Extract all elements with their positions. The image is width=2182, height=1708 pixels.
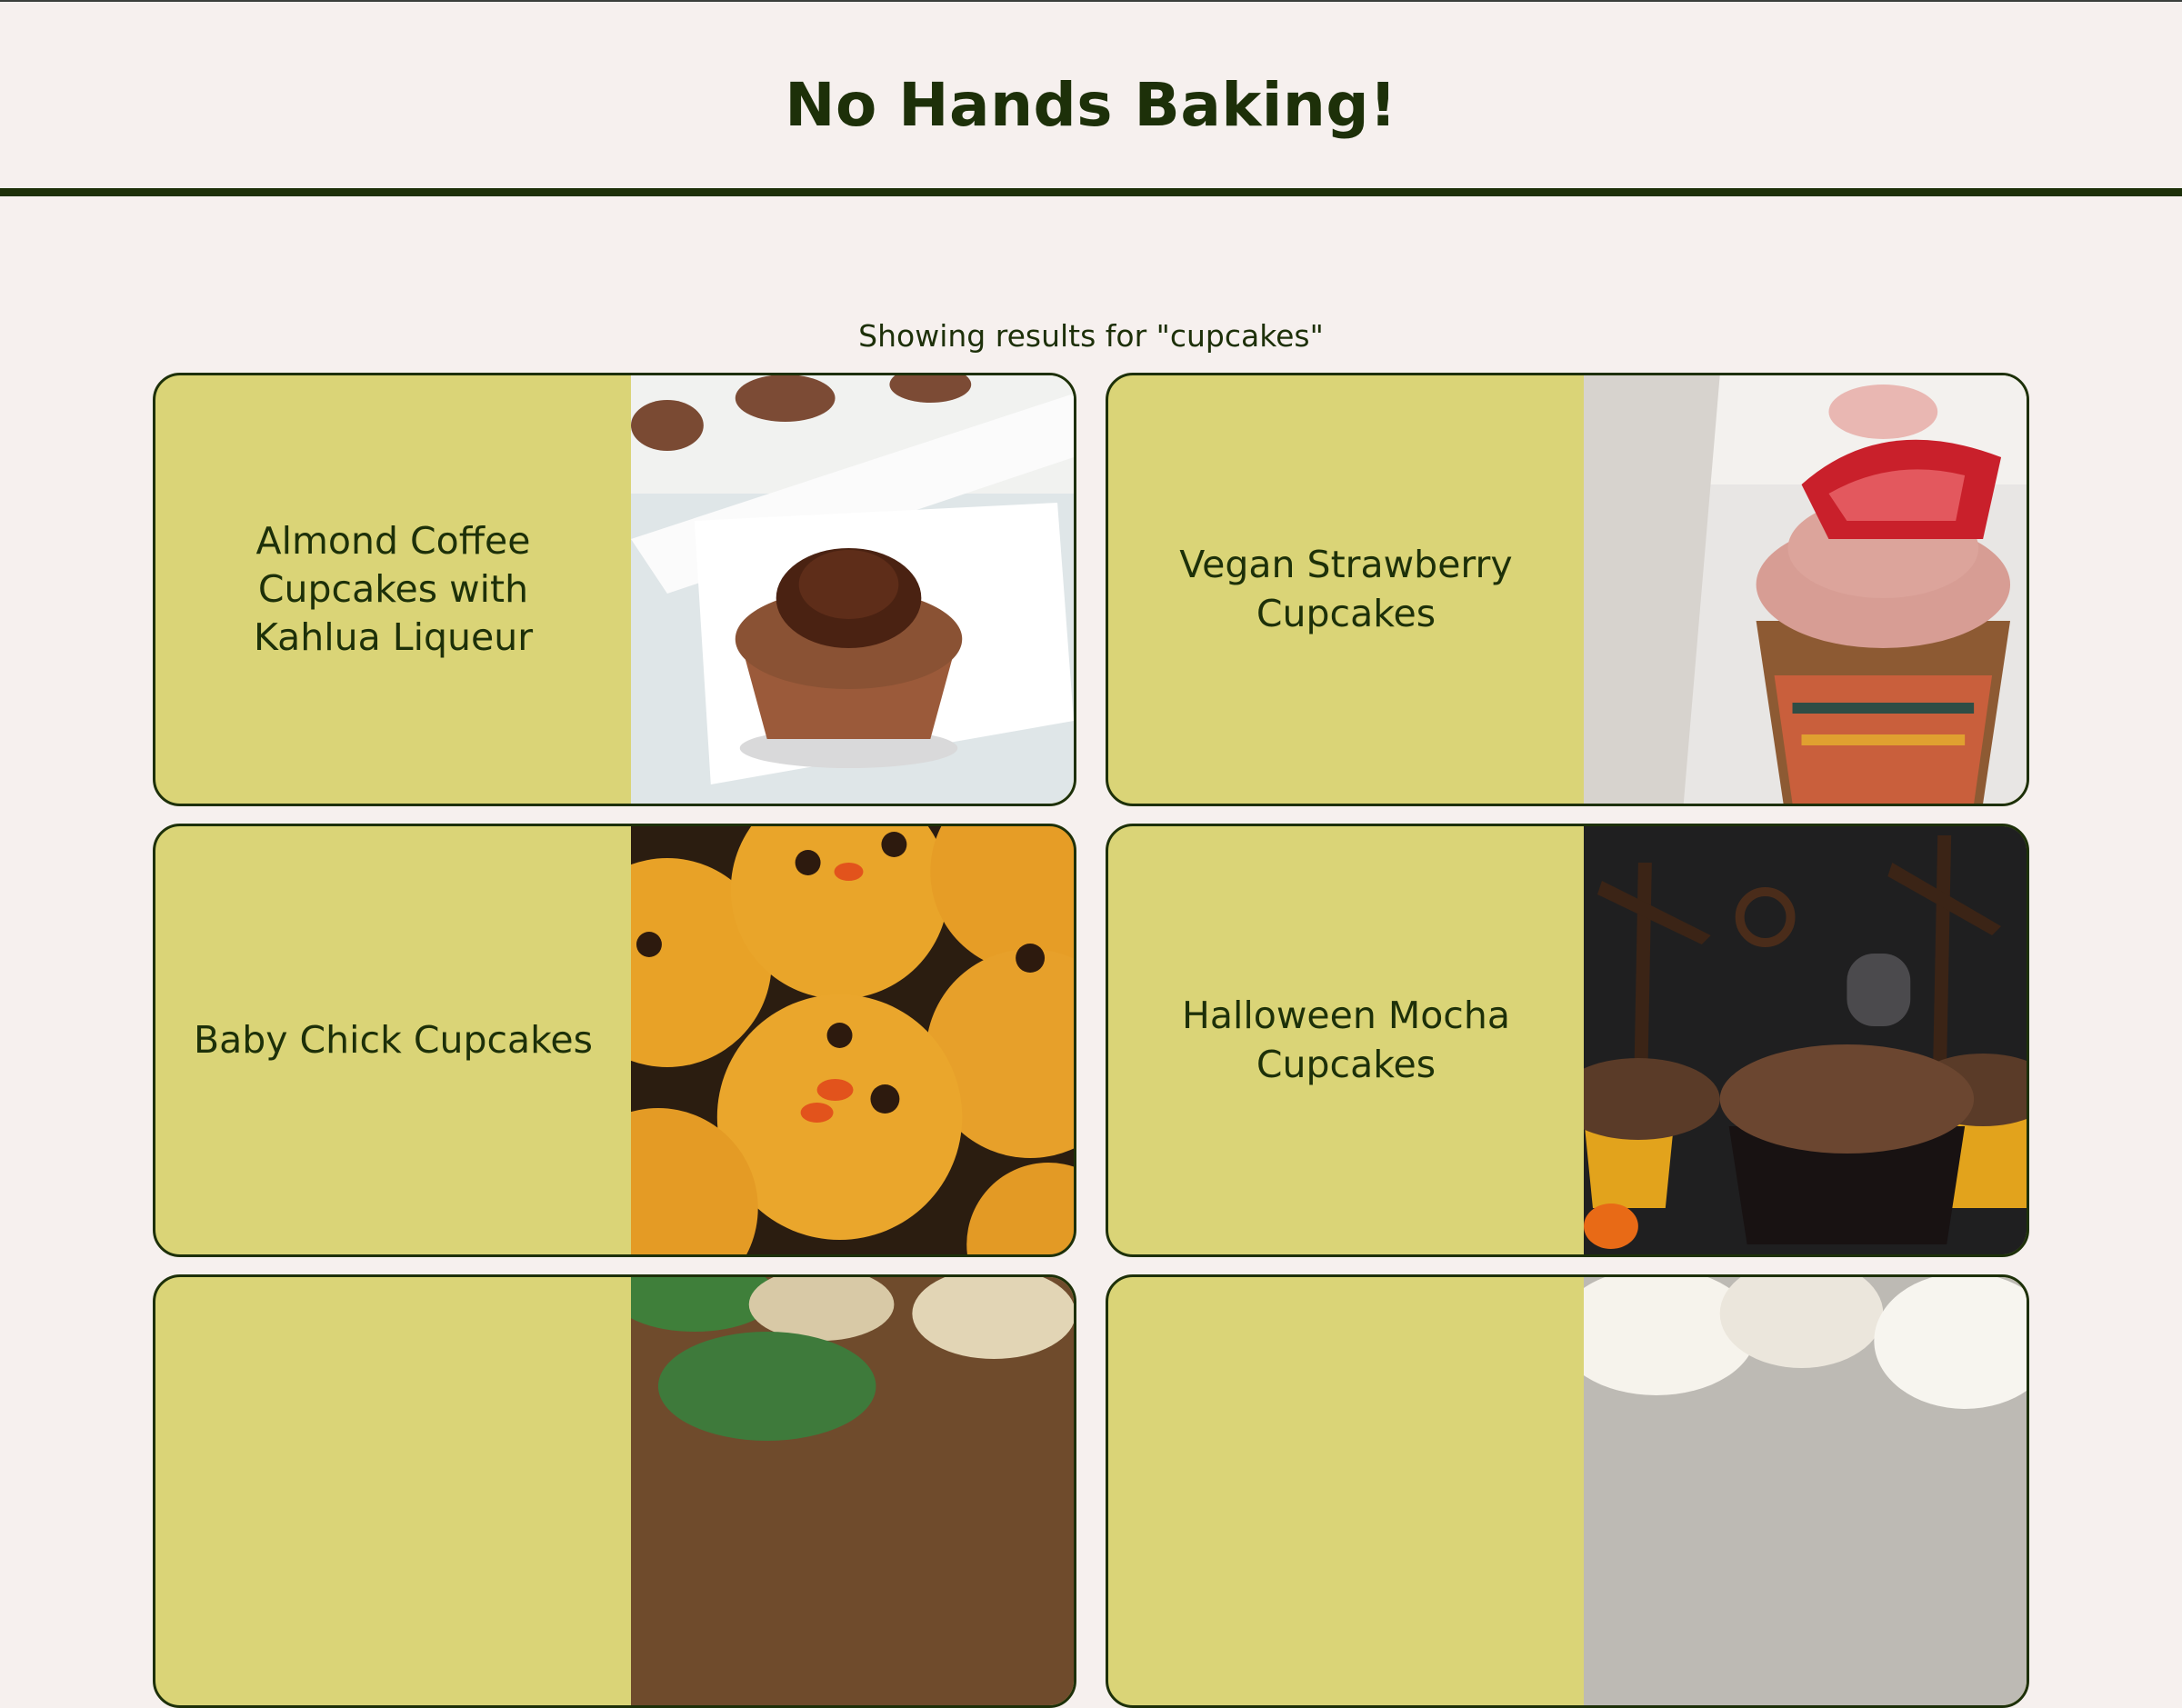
recipe-card-title[interactable]: Vegan Strawberry Cupcakes [1108,375,1584,804]
recipe-card-image[interactable] [631,375,1074,804]
recipe-card[interactable]: Baby Chick Cupcakes [153,824,1076,1257]
strawberry-topped-cupcake-photo [1584,375,2027,804]
chocolate-frosted-cupcake-photo [631,375,1074,804]
recipe-card-title[interactable]: Baby Chick Cupcakes [155,826,631,1254]
recipe-card-image[interactable] [631,1277,1074,1705]
recipe-card-image[interactable] [631,826,1074,1254]
recipe-card[interactable]: Vegan Strawberry Cupcakes [1106,373,2029,806]
cupcake-liners-photo [631,1277,1074,1705]
recipe-card[interactable]: Halloween Mocha Cupcakes [1106,824,2029,1257]
recipe-card-image[interactable] [1584,375,2027,804]
site-header: No Hands Baking! [0,0,2182,196]
recipe-results-grid: Almond Coffee Cupcakes with Kahlua Lique… [153,373,2029,1708]
recipe-card[interactable] [153,1274,1076,1708]
search-results-caption: Showing results for "cupcakes" [858,318,1324,354]
recipe-card-title[interactable] [1108,1277,1584,1705]
recipe-card-image[interactable] [1584,826,2027,1254]
coconut-cupcakes-photo [1584,1277,2027,1705]
halloween-cupcakes-photo [1584,826,2027,1254]
recipe-card-image[interactable] [1584,1277,2027,1705]
recipe-card-title[interactable]: Almond Coffee Cupcakes with Kahlua Lique… [155,375,631,804]
recipe-card[interactable] [1106,1274,2029,1708]
site-title: No Hands Baking! [785,70,1397,140]
baby-chick-cupcakes-photo [631,826,1074,1254]
recipe-card[interactable]: Almond Coffee Cupcakes with Kahlua Lique… [153,373,1076,806]
recipe-card-title[interactable] [155,1277,631,1705]
recipe-card-title[interactable]: Halloween Mocha Cupcakes [1108,826,1584,1254]
